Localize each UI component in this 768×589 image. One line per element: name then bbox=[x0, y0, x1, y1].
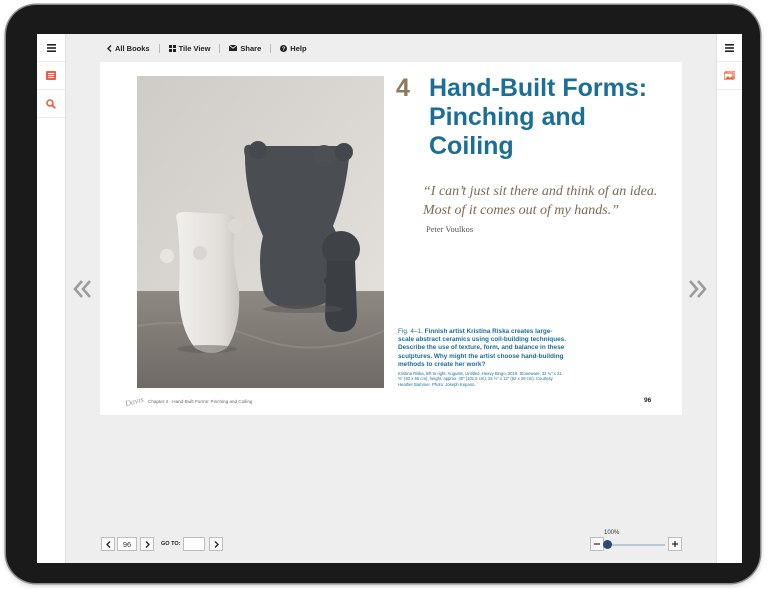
figure-number: Fig. 4–1. bbox=[398, 328, 423, 335]
images-icon bbox=[724, 71, 735, 80]
chevron-left-icon bbox=[105, 540, 110, 548]
zoom-slider-handle[interactable] bbox=[603, 540, 612, 549]
next-page-small-button[interactable] bbox=[140, 537, 154, 551]
toolbar-divider bbox=[158, 43, 160, 53]
epigraph-quote: “I can’t just sit there and think of an … bbox=[423, 184, 658, 218]
book-page: 4 Hand-Built Forms: Pinching and Coiling… bbox=[100, 62, 682, 415]
chevron-right-icon bbox=[214, 540, 219, 548]
gallery-button[interactable] bbox=[717, 62, 742, 90]
double-chevron-left-icon bbox=[73, 280, 91, 298]
list-icon bbox=[46, 71, 56, 80]
table-of-contents-button[interactable] bbox=[37, 62, 65, 90]
goto-label: GO TO: bbox=[161, 541, 181, 547]
right-rail bbox=[716, 34, 742, 563]
toolbar-divider bbox=[219, 43, 221, 53]
hamburger-icon bbox=[725, 43, 734, 52]
tile-view-label: Tile View bbox=[178, 43, 211, 53]
figure-caption-text: Finnish artist Kristina Riska creates la… bbox=[398, 328, 566, 368]
zoom-level: 100% bbox=[604, 530, 620, 536]
tablet-frame: All Books Tile View Share ? Help 4 Hand-… bbox=[6, 5, 760, 583]
tile-view-button[interactable]: Tile View bbox=[168, 43, 211, 53]
envelope-icon bbox=[229, 45, 238, 51]
chapter-number: 4 bbox=[396, 74, 410, 102]
chevron-left-icon bbox=[107, 44, 112, 52]
help-label: Help bbox=[290, 43, 307, 53]
share-button[interactable]: Share bbox=[229, 44, 261, 53]
all-books-label: All Books bbox=[115, 43, 150, 53]
search-icon bbox=[46, 98, 56, 109]
zoom-slider-track[interactable] bbox=[607, 544, 665, 546]
left-rail bbox=[37, 34, 66, 563]
current-page-field[interactable]: 96 bbox=[117, 537, 137, 551]
goto-page-input[interactable] bbox=[183, 537, 205, 551]
ceramics-photo bbox=[137, 76, 384, 388]
goto-submit-button[interactable] bbox=[209, 537, 223, 551]
bottom-toolbar: 96 GO TO: 100% bbox=[66, 530, 716, 558]
prev-page-small-button[interactable] bbox=[101, 537, 115, 551]
minus-icon bbox=[594, 543, 600, 545]
publisher-logo: Davis bbox=[124, 394, 145, 409]
share-label: Share bbox=[240, 43, 262, 53]
menu-button[interactable] bbox=[37, 34, 65, 62]
help-icon: ? bbox=[280, 44, 288, 52]
double-chevron-right-icon bbox=[689, 280, 707, 298]
next-page-button[interactable] bbox=[688, 279, 708, 304]
plus-icon bbox=[672, 541, 678, 547]
zoom-out-button[interactable] bbox=[590, 537, 604, 551]
right-menu-button[interactable] bbox=[717, 34, 742, 62]
running-footer: Chapter 4 · Hand-Built Forms: Pinching a… bbox=[148, 399, 253, 404]
toolbar-divider bbox=[270, 43, 272, 53]
help-button[interactable]: ? Help bbox=[280, 43, 307, 53]
all-books-link[interactable]: All Books bbox=[107, 44, 150, 53]
figure-credit: Kristina Riska, left to right: Auguste, … bbox=[398, 371, 562, 387]
search-button[interactable] bbox=[37, 90, 65, 118]
top-toolbar: All Books Tile View Share ? Help bbox=[66, 34, 716, 62]
epigraph-author: Peter Voulkos bbox=[426, 224, 474, 234]
zoom-in-button[interactable] bbox=[668, 537, 682, 551]
previous-page-button[interactable] bbox=[72, 279, 92, 304]
figure-caption: Fig. 4–1. Finnish artist Kristina Riska … bbox=[398, 328, 566, 369]
chapter-title: Hand-Built Forms: Pinching and Coiling bbox=[429, 74, 648, 160]
grid-icon bbox=[168, 44, 176, 52]
hamburger-icon bbox=[46, 43, 56, 52]
chevron-right-icon bbox=[145, 540, 150, 548]
page-number: 96 bbox=[644, 397, 652, 404]
reader-screen: All Books Tile View Share ? Help 4 Hand-… bbox=[37, 34, 742, 563]
